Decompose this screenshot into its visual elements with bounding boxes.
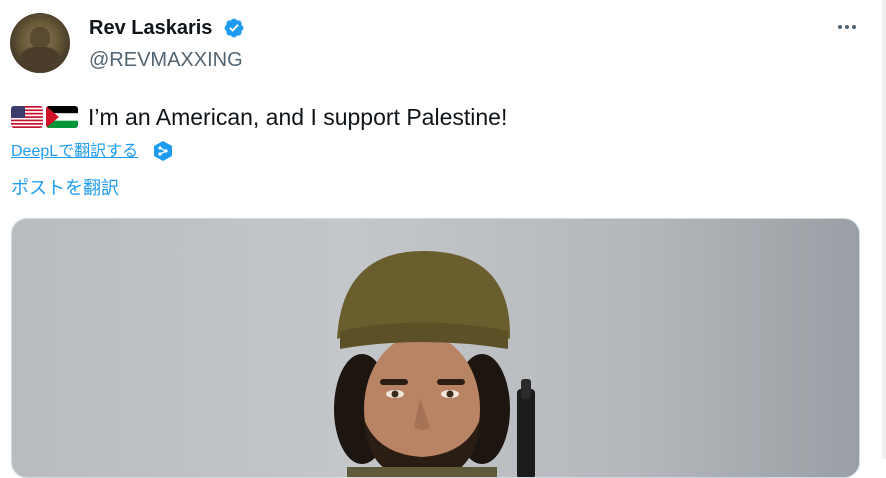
scrollbar[interactable] (882, 0, 886, 459)
author-display-name[interactable]: Rev Laskaris (89, 16, 212, 40)
palestine-flag-icon (46, 106, 78, 128)
translate-post-link[interactable]: ポストを翻訳 (11, 177, 119, 199)
tweet-text-row: I’m an American, and I support Palestine… (11, 102, 507, 132)
deepl-translate-link[interactable]: DeepLで翻訳する (11, 142, 138, 162)
tweet-media-image[interactable] (11, 218, 860, 478)
tweet-text: I’m an American, and I support Palestine… (88, 104, 508, 130)
author-handle[interactable]: @REVMAXXING (89, 48, 243, 72)
avatar[interactable] (10, 13, 70, 73)
deepl-icon[interactable] (152, 140, 174, 162)
verified-badge-icon (224, 18, 244, 38)
more-options-icon[interactable] (834, 14, 860, 40)
photo-of-man-icon (334, 250, 535, 477)
us-flag-icon (11, 106, 43, 128)
